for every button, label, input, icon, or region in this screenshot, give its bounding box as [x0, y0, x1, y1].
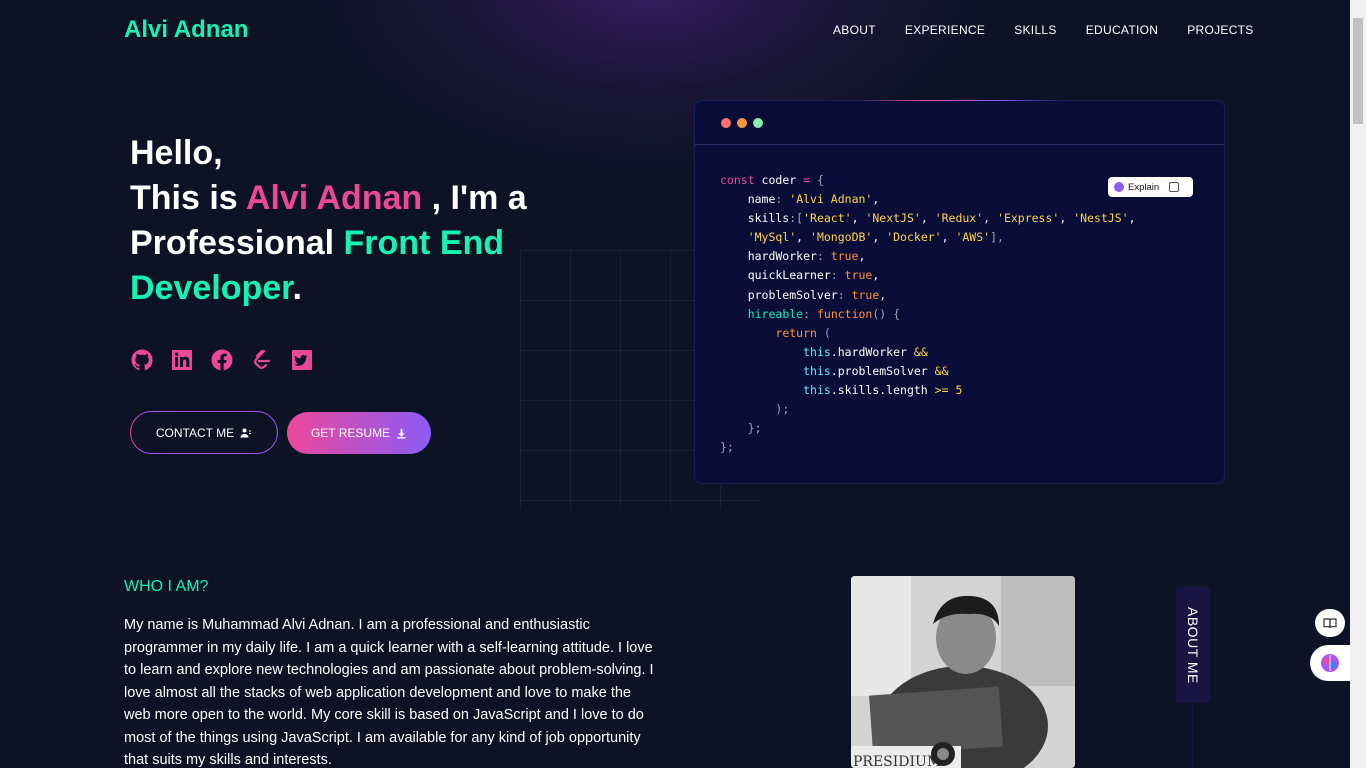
- user-icon: [240, 427, 252, 439]
- code-skill: 'NestJS': [1073, 211, 1129, 226]
- code-skill: 'NextJS': [865, 211, 921, 226]
- hero-name: Alvi Adnan: [245, 179, 423, 217]
- nav-about[interactable]: ABOUT: [833, 23, 876, 37]
- nav-experience[interactable]: EXPERIENCE: [905, 23, 985, 37]
- profile-photo: PRESIDIUM: [851, 576, 1075, 768]
- code-skill: 'Express': [997, 211, 1060, 226]
- code-skill: 'MySql': [747, 230, 797, 245]
- hero-heading: Hello, This is Alvi Adnan , I'm a Profes…: [130, 131, 590, 311]
- window-dot-orange: [737, 117, 747, 128]
- hero-period: .: [292, 269, 302, 307]
- twitter-icon[interactable]: [290, 348, 314, 372]
- code-skill: 'Docker': [886, 230, 942, 245]
- reader-icon[interactable]: [1315, 609, 1345, 637]
- contact-me-button[interactable]: CONTACT ME: [130, 411, 278, 454]
- code-window: const coder = { name: 'Alvi Adnan', skil…: [694, 100, 1225, 484]
- hero-role-line: Professional Front End Developer.: [130, 221, 590, 311]
- about-me-tab-label: ABOUT ME: [1185, 606, 1201, 684]
- hero-intro-line: This is Alvi Adnan , I'm a: [130, 176, 590, 221]
- code-skill: 'MongoDB': [810, 230, 873, 245]
- code-skill: 'Redux': [934, 211, 984, 226]
- nav-education[interactable]: EDUCATION: [1086, 23, 1158, 37]
- hero-greeting: Hello,: [130, 134, 223, 172]
- nav-projects[interactable]: PROJECTS: [1187, 23, 1253, 37]
- facebook-icon[interactable]: [210, 348, 234, 372]
- copy-icon[interactable]: [1169, 182, 1180, 192]
- main-nav: ABOUT EXPERIENCE SKILLS EDUCATION PROJEC…: [833, 23, 1254, 37]
- hero-this-is: This is: [130, 179, 246, 217]
- linkedin-icon[interactable]: [170, 348, 194, 372]
- brain-icon: [1114, 182, 1124, 192]
- window-dot-red: [721, 117, 731, 128]
- contact-me-label: CONTACT ME: [155, 425, 235, 440]
- about-me-tab: ABOUT ME: [1176, 587, 1210, 703]
- hero-professional: Professional: [130, 224, 344, 262]
- code-window-titlebar: [695, 101, 1224, 145]
- get-resume-button[interactable]: GET RESUME: [287, 412, 431, 454]
- hero-im-a: , I'm a: [422, 179, 527, 217]
- github-icon[interactable]: [130, 348, 154, 372]
- leetcode-icon[interactable]: [250, 348, 274, 372]
- code-block: const coder = { name: 'Alvi Adnan', skil…: [720, 173, 1136, 455]
- code-skill: 'AWS': [955, 230, 991, 245]
- about-divider-line: [1192, 703, 1193, 768]
- code-name-value: 'Alvi Adnan': [789, 192, 873, 207]
- scrollbar-thumb[interactable]: [1353, 18, 1363, 124]
- about-text: My name is Muhammad Alvi Adnan. I am a p…: [124, 617, 654, 768]
- explain-label: Explain: [1128, 181, 1160, 193]
- window-dot-green: [753, 117, 763, 128]
- nav-skills[interactable]: SKILLS: [1014, 23, 1057, 37]
- about-heading: WHO I AM?: [124, 578, 209, 595]
- download-icon: [396, 428, 407, 439]
- code-length-min: 5: [955, 383, 963, 398]
- social-links: [130, 348, 314, 372]
- site-logo[interactable]: Alvi Adnan: [124, 16, 248, 44]
- explain-button[interactable]: Explain: [1108, 177, 1193, 197]
- page-scrollbar[interactable]: [1350, 0, 1366, 768]
- get-resume-label: GET RESUME: [310, 426, 391, 440]
- code-skill: 'React': [803, 211, 852, 226]
- photo-caption: PRESIDIUM: [853, 754, 941, 768]
- ai-assistant-icon[interactable]: [1310, 645, 1350, 681]
